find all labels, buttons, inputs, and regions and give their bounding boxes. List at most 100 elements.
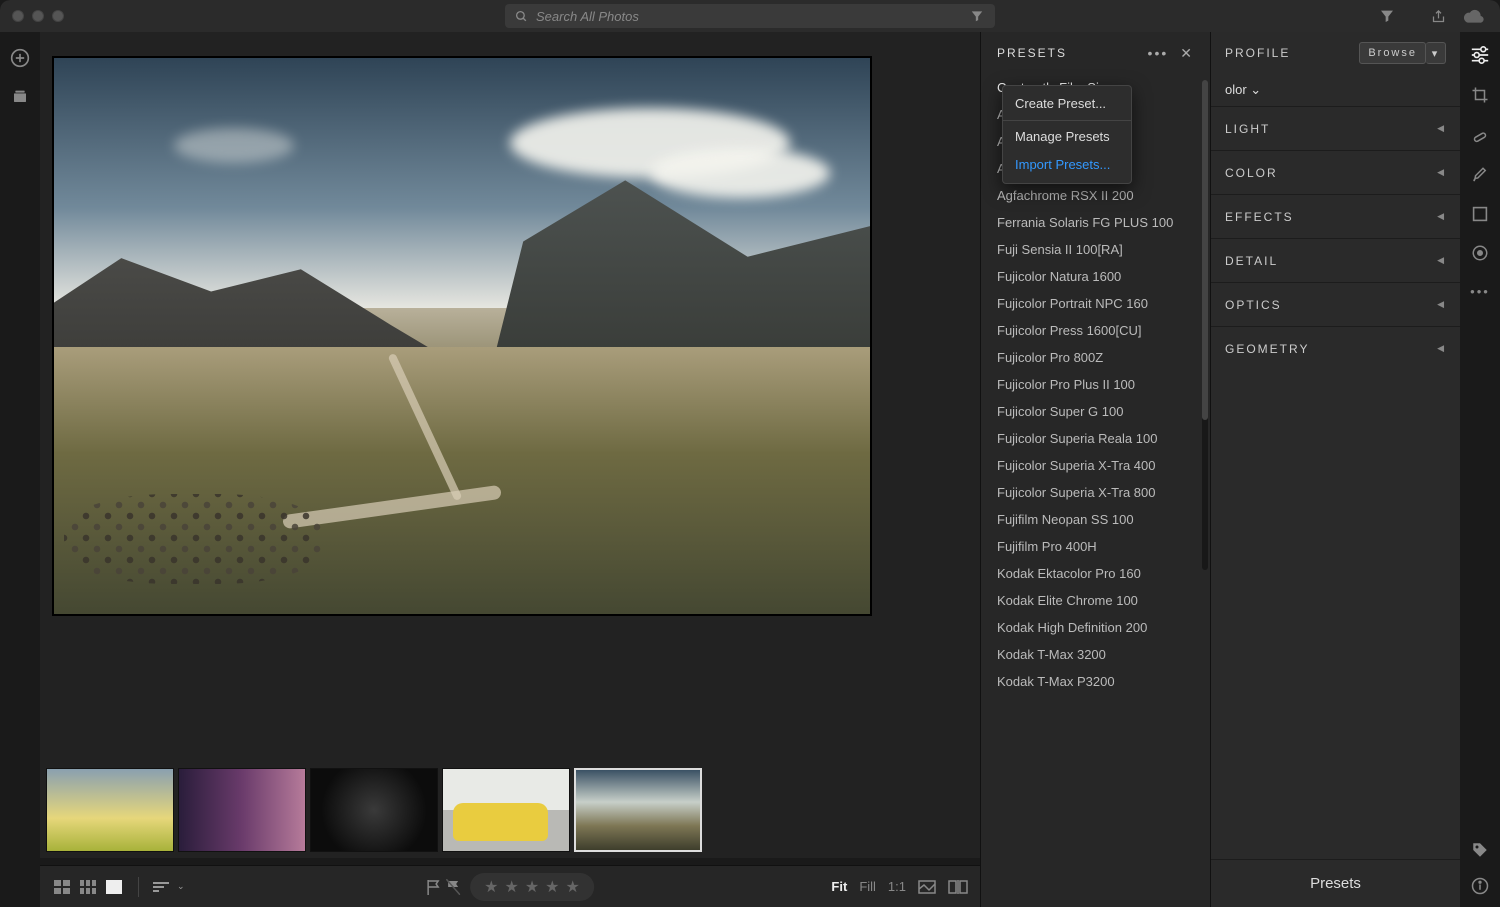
preset-item[interactable]: Fujicolor Superia Reala 100	[997, 425, 1206, 452]
browse-dropdown[interactable]: ▾	[1426, 42, 1446, 64]
search-icon	[515, 10, 528, 23]
close-presets-icon[interactable]: ✕	[1180, 45, 1194, 62]
tag-icon[interactable]	[1471, 841, 1489, 859]
section-effects[interactable]: EFFECTS ◀	[1211, 194, 1460, 238]
minimize-window[interactable]	[32, 10, 44, 22]
window-controls	[12, 10, 64, 22]
add-photo-icon[interactable]	[10, 48, 30, 68]
preset-item[interactable]: Ferrania Solaris FG PLUS 100	[997, 209, 1206, 236]
presets-context-menu: Create Preset... Manage Presets Import P…	[1002, 85, 1132, 184]
canvas-area	[40, 32, 980, 762]
menu-import-presets[interactable]: Import Presets...	[1003, 151, 1131, 179]
section-light[interactable]: LIGHT◀	[1211, 106, 1460, 150]
star-rating[interactable]: ★ ★ ★ ★ ★	[470, 873, 594, 901]
section-label: OPTICS	[1225, 298, 1282, 312]
section-color[interactable]: COLOR◀	[1211, 150, 1460, 194]
preset-item[interactable]: Fujicolor Natura 1600	[997, 263, 1206, 290]
presets-header: PRESETS ••• ✕	[981, 32, 1210, 74]
section-optics[interactable]: OPTICS◀	[1211, 282, 1460, 326]
browse-label: Browse	[1368, 47, 1417, 59]
flag-pick-icon[interactable]	[426, 879, 440, 895]
filmstrip	[40, 762, 980, 865]
section-geometry[interactable]: GEOMETRY◀	[1211, 326, 1460, 370]
left-rail	[0, 32, 40, 907]
preset-item[interactable]: Kodak T-Max 3200	[997, 641, 1206, 668]
menu-manage-presets[interactable]: Manage Presets	[1003, 123, 1131, 151]
chevron-down-icon: ⌄	[177, 881, 185, 892]
collapse-icon: ◀	[1437, 343, 1446, 354]
close-window[interactable]	[12, 10, 24, 22]
zoom-fill[interactable]: Fill	[859, 879, 876, 894]
edit-panel: PROFILE Browse ▾ olor ⌄ LIGHT◀ COLOR◀ EF…	[1210, 32, 1460, 907]
preset-item[interactable]: Fujicolor Press 1600[CU]	[997, 317, 1206, 344]
search-input[interactable]: Search All Photos	[505, 4, 995, 28]
preset-item[interactable]: Kodak Ektacolor Pro 160	[997, 560, 1206, 587]
my-photos-icon[interactable]	[11, 88, 29, 104]
section-label: COLOR	[1225, 166, 1278, 180]
preset-item[interactable]: Kodak T-Max P3200	[997, 668, 1206, 695]
info-icon[interactable]	[1471, 877, 1489, 895]
thumbnail-4[interactable]	[442, 768, 570, 852]
preset-item[interactable]: Kodak Elite Chrome 100	[997, 587, 1206, 614]
brush-icon[interactable]	[1471, 166, 1489, 184]
presets-scrollbar[interactable]	[1202, 80, 1208, 570]
overlay-icon[interactable]	[918, 880, 936, 894]
star-icon[interactable]: ★	[504, 877, 518, 897]
profile-selected[interactable]: olor ⌄	[1211, 74, 1460, 106]
zoom-one-to-one[interactable]: 1:1	[888, 879, 906, 894]
radial-gradient-icon[interactable]	[1471, 244, 1489, 262]
flag-reject-icon[interactable]	[446, 879, 460, 895]
preset-item[interactable]: Fuji Sensia II 100[RA]	[997, 236, 1206, 263]
preset-item[interactable]: Kodak High Definition 200	[997, 614, 1206, 641]
bottom-center: ★ ★ ★ ★ ★	[426, 873, 594, 901]
linear-gradient-icon[interactable]	[1472, 206, 1488, 222]
collapse-icon: ◀	[1437, 211, 1446, 222]
preset-item[interactable]: Fujicolor Superia X-Tra 400	[997, 452, 1206, 479]
preset-item[interactable]: Fujicolor Portrait NPC 160	[997, 290, 1206, 317]
section-label: EFFECTS	[1225, 210, 1294, 224]
menu-create-preset[interactable]: Create Preset...	[1003, 90, 1131, 118]
filter-near-search-icon[interactable]	[970, 9, 984, 23]
more-options-icon[interactable]: •••	[1148, 45, 1169, 61]
share-icon[interactable]	[1431, 9, 1446, 24]
preset-item[interactable]: Fujicolor Pro Plus II 100	[997, 371, 1206, 398]
square-grid-icon[interactable]	[78, 879, 98, 895]
maximize-window[interactable]	[52, 10, 64, 22]
app-window: Search All Photos	[0, 0, 1500, 907]
preset-item[interactable]: Fujicolor Pro 800Z	[997, 344, 1206, 371]
section-detail[interactable]: DETAIL◀	[1211, 238, 1460, 282]
center-column: ⌄ ★ ★ ★ ★ ★ F	[40, 32, 980, 907]
star-icon[interactable]: ★	[525, 877, 539, 897]
zoom-fit[interactable]: Fit	[831, 879, 847, 894]
preset-item[interactable]: Fujicolor Super G 100	[997, 398, 1206, 425]
flag-controls	[426, 879, 460, 895]
filmstrip-scrollbar[interactable]	[40, 858, 980, 865]
preset-item[interactable]: Fujicolor Superia X-Tra 800	[997, 479, 1206, 506]
thumbnail-1[interactable]	[46, 768, 174, 852]
presets-button[interactable]: Presets	[1211, 859, 1460, 907]
photo-grid-icon[interactable]	[52, 879, 72, 895]
healing-brush-icon[interactable]	[1471, 126, 1489, 144]
cloud-icon[interactable]	[1464, 9, 1484, 23]
thumbnail-3[interactable]	[310, 768, 438, 852]
sort-dropdown[interactable]: ⌄	[153, 881, 185, 893]
crop-icon[interactable]	[1471, 86, 1489, 104]
main-photo[interactable]	[52, 56, 872, 616]
thumbnail-5[interactable]	[574, 768, 702, 852]
more-tools-icon[interactable]: •••	[1470, 284, 1490, 299]
browse-profile-button[interactable]: Browse	[1359, 42, 1426, 64]
compare-icon[interactable]	[948, 880, 968, 894]
filter-icon[interactable]	[1379, 8, 1395, 24]
profile-row: PROFILE Browse ▾	[1211, 32, 1460, 74]
preset-item[interactable]: Fujifilm Pro 400H	[997, 533, 1206, 560]
star-icon[interactable]: ★	[545, 877, 559, 897]
thumbnail-2[interactable]	[178, 768, 306, 852]
preset-item[interactable]: Agfachrome RSX II 200	[997, 182, 1206, 209]
star-icon[interactable]: ★	[484, 877, 498, 897]
edit-sliders-icon[interactable]	[1470, 46, 1490, 64]
search-placeholder: Search All Photos	[536, 9, 639, 24]
preset-item[interactable]: Fujifilm Neopan SS 100	[997, 506, 1206, 533]
star-icon[interactable]: ★	[566, 877, 580, 897]
detail-view-icon[interactable]	[104, 879, 124, 895]
collapse-icon: ◀	[1437, 123, 1446, 134]
